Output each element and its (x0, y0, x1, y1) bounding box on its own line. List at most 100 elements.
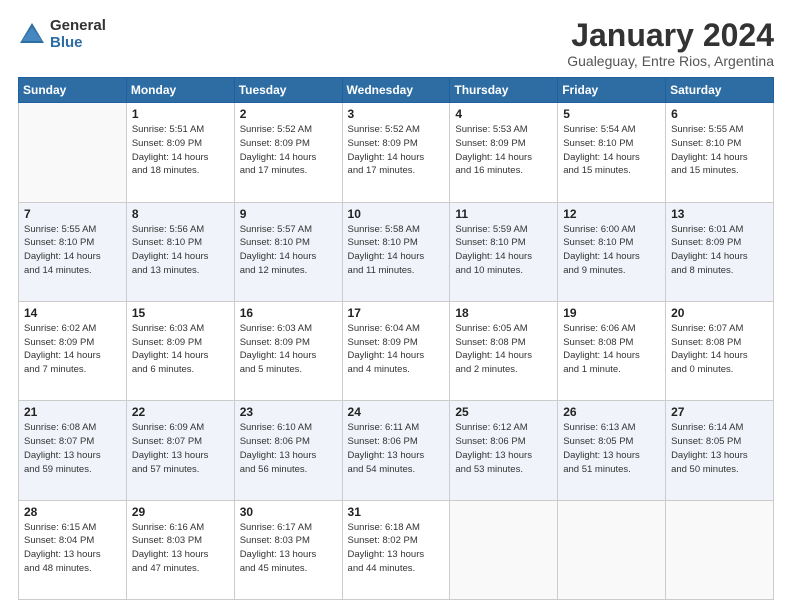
day-info: Sunrise: 6:00 AM Sunset: 8:10 PM Dayligh… (563, 223, 660, 278)
day-info: Sunrise: 6:03 AM Sunset: 8:09 PM Dayligh… (132, 322, 229, 377)
day-info: Sunrise: 5:54 AM Sunset: 8:10 PM Dayligh… (563, 123, 660, 178)
calendar-cell: 4Sunrise: 5:53 AM Sunset: 8:09 PM Daylig… (450, 103, 558, 202)
calendar-cell: 27Sunrise: 6:14 AM Sunset: 8:05 PM Dayli… (666, 401, 774, 500)
daylight-continuation: and 2 minutes. (455, 363, 552, 377)
day-number: 21 (24, 405, 121, 419)
daylight-continuation: and 57 minutes. (132, 463, 229, 477)
day-number: 11 (455, 207, 552, 221)
title-month: January 2024 (567, 18, 774, 53)
day-info: Sunrise: 5:55 AM Sunset: 8:10 PM Dayligh… (24, 223, 121, 278)
calendar-cell: 1Sunrise: 5:51 AM Sunset: 8:09 PM Daylig… (126, 103, 234, 202)
calendar-cell: 22 Sunrise: 6:09 AM Sunset: 8:07 PM Dayli… (126, 401, 234, 500)
daylight-continuation: and 8 minutes. (671, 264, 768, 278)
week-row: 21Sunrise: 6:08 AM Sunset: 8:07 PM Dayli… (19, 401, 774, 500)
calendar-cell: 11 Sunrise: 5:59 AM Sunset: 8:10 PM Dayli… (450, 202, 558, 301)
day-info: Sunrise: 6:04 AM Sunset: 8:09 PM Dayligh… (348, 322, 445, 377)
calendar-cell: 23 Sunrise: 6:10 AM Sunset: 8:06 PM Dayli… (234, 401, 342, 500)
calendar-table: SundayMondayTuesdayWednesdayThursdayFrid… (18, 77, 774, 600)
day-number: 22 (132, 405, 229, 419)
day-info: Sunrise: 5:52 AM Sunset: 8:09 PM Dayligh… (348, 123, 445, 178)
calendar-cell: 3 Sunrise: 5:52 AM Sunset: 8:09 PM Daylig… (342, 103, 450, 202)
daylight-continuation: and 56 minutes. (240, 463, 337, 477)
daylight-continuation: and 6 minutes. (132, 363, 229, 377)
col-header-monday: Monday (126, 78, 234, 103)
day-info: Sunrise: 6:02 AM Sunset: 8:09 PM Dayligh… (24, 322, 121, 377)
daylight-continuation: and 0 minutes. (671, 363, 768, 377)
day-number: 8 (132, 207, 229, 221)
calendar-cell: 16Sunrise: 6:03 AM Sunset: 8:09 PM Dayli… (234, 301, 342, 400)
daylight-continuation: and 48 minutes. (24, 562, 121, 576)
day-info: Sunrise: 6:03 AM Sunset: 8:09 PM Dayligh… (240, 322, 337, 377)
calendar-cell: 26 Sunrise: 6:13 AM Sunset: 8:05 PM Dayli… (558, 401, 666, 500)
day-info: Sunrise: 5:55 AM Sunset: 8:10 PM Dayligh… (671, 123, 768, 178)
day-info: Sunrise: 5:58 AM Sunset: 8:10 PM Dayligh… (348, 223, 445, 278)
daylight-continuation: and 12 minutes. (240, 264, 337, 278)
day-number: 13 (671, 207, 768, 221)
day-info: Sunrise: 6:09 AM Sunset: 8:07 PM Dayligh… (132, 421, 229, 476)
daylight-continuation: and 5 minutes. (240, 363, 337, 377)
title-location: Gualeguay, Entre Rios, Argentina (567, 53, 774, 69)
daylight-continuation: and 47 minutes. (132, 562, 229, 576)
week-row: 7 Sunrise: 5:55 AM Sunset: 8:10 PM Daylig… (19, 202, 774, 301)
calendar-cell: 30 Sunrise: 6:17 AM Sunset: 8:03 PM Dayli… (234, 500, 342, 599)
calendar-cell (19, 103, 127, 202)
day-info: Sunrise: 6:16 AM Sunset: 8:03 PM Dayligh… (132, 521, 229, 576)
calendar-cell: 20Sunrise: 6:07 AM Sunset: 8:08 PM Dayli… (666, 301, 774, 400)
daylight-continuation: and 18 minutes. (132, 164, 229, 178)
col-header-sunday: Sunday (19, 78, 127, 103)
daylight-continuation: and 15 minutes. (671, 164, 768, 178)
col-header-thursday: Thursday (450, 78, 558, 103)
day-number: 23 (240, 405, 337, 419)
day-number: 28 (24, 505, 121, 519)
calendar-header-row: SundayMondayTuesdayWednesdayThursdayFrid… (19, 78, 774, 103)
day-number: 26 (563, 405, 660, 419)
title-block: January 2024 Gualeguay, Entre Rios, Arge… (567, 18, 774, 69)
logo-blue: Blue (50, 35, 106, 52)
day-info: Sunrise: 5:59 AM Sunset: 8:10 PM Dayligh… (455, 223, 552, 278)
day-number: 30 (240, 505, 337, 519)
calendar-cell: 8Sunrise: 5:56 AM Sunset: 8:10 PM Daylig… (126, 202, 234, 301)
day-number: 3 (348, 107, 445, 121)
calendar-cell: 18Sunrise: 6:05 AM Sunset: 8:08 PM Dayli… (450, 301, 558, 400)
col-header-friday: Friday (558, 78, 666, 103)
day-info: Sunrise: 6:10 AM Sunset: 8:06 PM Dayligh… (240, 421, 337, 476)
daylight-continuation: and 9 minutes. (563, 264, 660, 278)
daylight-continuation: and 16 minutes. (455, 164, 552, 178)
daylight-continuation: and 15 minutes. (563, 164, 660, 178)
calendar-cell: 17Sunrise: 6:04 AM Sunset: 8:09 PM Dayli… (342, 301, 450, 400)
week-row: 28Sunrise: 6:15 AM Sunset: 8:04 PM Dayli… (19, 500, 774, 599)
calendar-cell: 25Sunrise: 6:12 AM Sunset: 8:06 PM Dayli… (450, 401, 558, 500)
day-number: 1 (132, 107, 229, 121)
day-number: 2 (240, 107, 337, 121)
day-number: 7 (24, 207, 121, 221)
day-number: 15 (132, 306, 229, 320)
day-info: Sunrise: 6:17 AM Sunset: 8:03 PM Dayligh… (240, 521, 337, 576)
calendar-cell (450, 500, 558, 599)
day-info: Sunrise: 6:18 AM Sunset: 8:02 PM Dayligh… (348, 521, 445, 576)
day-number: 5 (563, 107, 660, 121)
daylight-continuation: and 59 minutes. (24, 463, 121, 477)
logo-text: General Blue (50, 18, 106, 51)
calendar-cell: 21Sunrise: 6:08 AM Sunset: 8:07 PM Dayli… (19, 401, 127, 500)
day-number: 9 (240, 207, 337, 221)
daylight-continuation: and 44 minutes. (348, 562, 445, 576)
calendar-cell: 9 Sunrise: 5:57 AM Sunset: 8:10 PM Daylig… (234, 202, 342, 301)
col-header-saturday: Saturday (666, 78, 774, 103)
calendar-cell: 19Sunrise: 6:06 AM Sunset: 8:08 PM Dayli… (558, 301, 666, 400)
day-number: 29 (132, 505, 229, 519)
day-info: Sunrise: 5:57 AM Sunset: 8:10 PM Dayligh… (240, 223, 337, 278)
logo-general: General (50, 18, 106, 35)
day-number: 10 (348, 207, 445, 221)
day-number: 14 (24, 306, 121, 320)
day-number: 12 (563, 207, 660, 221)
day-info: Sunrise: 6:06 AM Sunset: 8:08 PM Dayligh… (563, 322, 660, 377)
daylight-continuation: and 10 minutes. (455, 264, 552, 278)
daylight-continuation: and 11 minutes. (348, 264, 445, 278)
day-number: 25 (455, 405, 552, 419)
calendar-cell: 7 Sunrise: 5:55 AM Sunset: 8:10 PM Daylig… (19, 202, 127, 301)
col-header-wednesday: Wednesday (342, 78, 450, 103)
day-number: 27 (671, 405, 768, 419)
daylight-continuation: and 53 minutes. (455, 463, 552, 477)
day-info: Sunrise: 6:13 AM Sunset: 8:05 PM Dayligh… (563, 421, 660, 476)
calendar-cell: 31Sunrise: 6:18 AM Sunset: 8:02 PM Dayli… (342, 500, 450, 599)
